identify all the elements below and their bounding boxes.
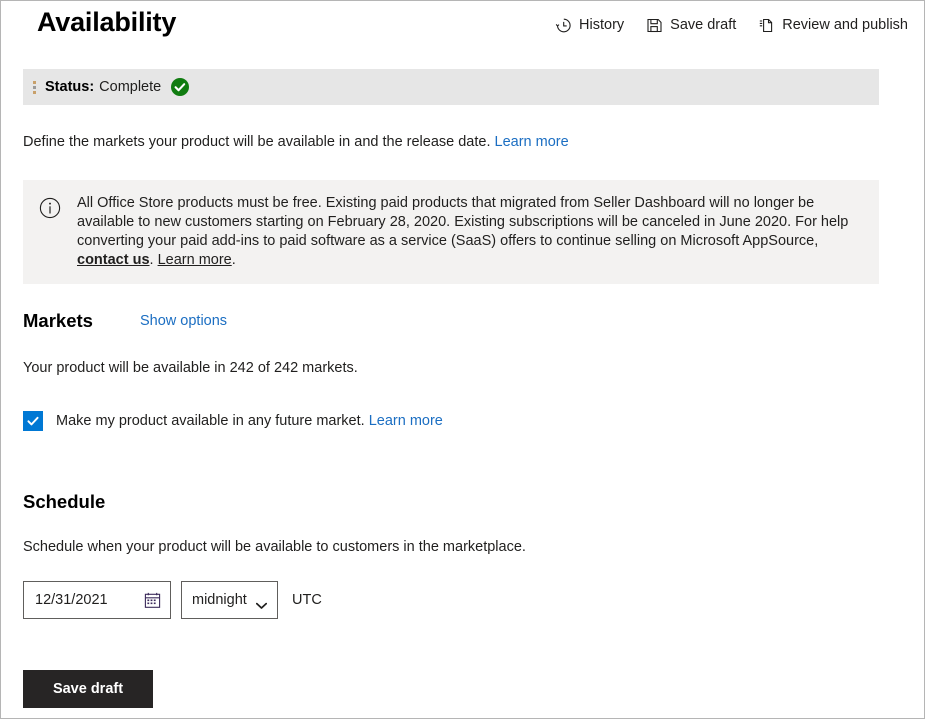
show-options-link[interactable]: Show options xyxy=(140,313,227,329)
info-text-part-3: . xyxy=(231,252,236,268)
history-clock-icon xyxy=(555,17,572,34)
timezone-label: UTC xyxy=(292,592,322,608)
markets-summary: Your product will be available in 242 of… xyxy=(23,360,358,376)
review-and-publish-button[interactable]: Review and publish xyxy=(758,17,908,34)
status-value: Complete xyxy=(99,79,162,95)
future-market-learn-more-link[interactable]: Learn more xyxy=(369,413,443,429)
save-draft-button[interactable]: Save draft xyxy=(23,670,153,708)
status-label: Status: xyxy=(45,79,95,95)
page-title: Availability xyxy=(37,7,177,37)
publish-document-icon xyxy=(758,17,775,34)
save-draft-header-label: Save draft xyxy=(670,17,737,34)
info-circle-icon xyxy=(39,197,61,219)
release-time-select[interactable]: midnight xyxy=(181,581,278,619)
future-market-checkbox-label: Make my product available in any future … xyxy=(56,413,443,429)
floppy-disk-save-icon xyxy=(646,17,663,34)
header-actions: History Save draft Review and publish xyxy=(555,17,908,34)
availability-page: Availability History Save draft Review a… xyxy=(0,0,925,719)
info-banner: All Office Store products must be free. … xyxy=(23,180,879,284)
check-icon xyxy=(27,416,39,426)
schedule-controls: midnight UTC xyxy=(23,581,322,619)
future-market-label-text: Make my product available in any future … xyxy=(56,413,365,429)
future-market-checkbox-row[interactable]: Make my product available in any future … xyxy=(23,411,443,431)
info-banner-text: All Office Store products must be free. … xyxy=(77,194,852,270)
drag-handle-icon xyxy=(33,80,36,94)
page-header: Availability History Save draft Review a… xyxy=(1,1,924,57)
description-learn-more-link[interactable]: Learn more xyxy=(495,134,569,150)
review-and-publish-label: Review and publish xyxy=(782,17,908,34)
history-button-label: History xyxy=(579,17,625,34)
info-learn-more-link[interactable]: Learn more xyxy=(158,252,232,268)
page-description-text: Define the markets your product will be … xyxy=(23,134,491,150)
green-check-circle-icon xyxy=(170,77,190,97)
status-bar: Status: Complete xyxy=(23,69,879,105)
info-text-part-1: All Office Store products must be free. … xyxy=(77,195,849,249)
history-button[interactable]: History xyxy=(555,17,624,34)
markets-heading: Markets xyxy=(23,310,93,331)
page-description: Define the markets your product will be … xyxy=(23,134,569,150)
future-market-checkbox[interactable] xyxy=(23,411,43,431)
calendar-icon[interactable] xyxy=(144,592,161,609)
save-draft-header-button[interactable]: Save draft xyxy=(646,17,736,34)
release-time-value: midnight xyxy=(192,592,247,608)
release-date-input[interactable] xyxy=(24,592,143,608)
schedule-heading: Schedule xyxy=(23,491,106,512)
info-text-part-2: . xyxy=(149,252,158,268)
chevron-down-icon xyxy=(255,597,268,609)
release-date-field[interactable] xyxy=(23,581,171,619)
schedule-description: Schedule when your product will be avail… xyxy=(23,539,526,555)
contact-us-link[interactable]: contact us xyxy=(77,252,150,268)
